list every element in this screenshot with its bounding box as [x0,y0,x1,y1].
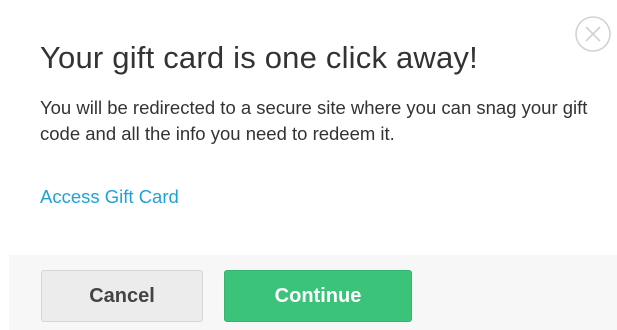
close-icon [575,16,611,52]
dialog-title: Your gift card is one click away! [40,40,478,75]
gift-card-dialog: Your gift card is one click away! You wi… [0,0,617,330]
cancel-button[interactable]: Cancel [41,270,203,322]
close-button[interactable] [573,14,613,54]
dialog-message: You will be redirected to a secure site … [40,97,588,144]
dialog-footer: Cancel Continue [9,255,617,330]
continue-button[interactable]: Continue [224,270,412,322]
access-gift-card-link[interactable]: Access Gift Card [40,184,179,210]
